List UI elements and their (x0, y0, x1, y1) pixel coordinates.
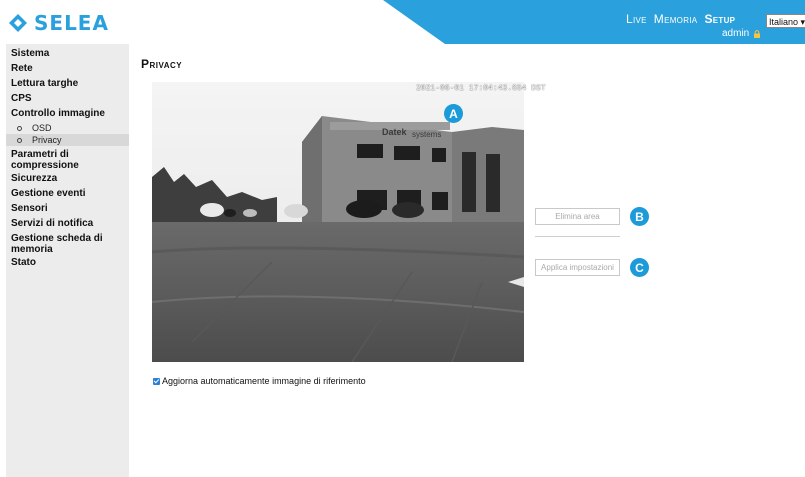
logo-text: SELEA (34, 11, 109, 35)
sidebar-item-parametri-compressione[interactable]: Parametri di compressione (11, 149, 121, 171)
camera-reference-image[interactable]: Datek systems (152, 82, 524, 362)
marker-c: C (630, 258, 649, 277)
selea-logo: SELEA (8, 11, 109, 35)
sidebar-item-controllo-immagine[interactable]: Controllo immagine (11, 108, 105, 119)
language-value: Italiano (769, 17, 799, 27)
camera-timestamp: 2021-06-01 17:04:43.654 DST (416, 84, 546, 93)
sidebar-item-sistema[interactable]: Sistema (11, 48, 49, 59)
user-info: admin (722, 28, 761, 39)
nav-setup[interactable]: Setup (704, 12, 735, 26)
sidebar-item-gestione-scheda-memoria[interactable]: Gestione scheda di memoria (11, 233, 121, 255)
nav-memoria[interactable]: Memoria (654, 12, 698, 26)
sidebar: Sistema Rete Lettura targhe CPS Controll… (6, 44, 129, 477)
sidebar-item-lettura-targhe[interactable]: Lettura targhe (11, 78, 78, 89)
sidebar-item-stato[interactable]: Stato (11, 257, 36, 268)
marker-a: A (444, 104, 463, 123)
sidebar-item-sicurezza[interactable]: Sicurezza (11, 173, 57, 184)
sidebar-subitem-privacy[interactable]: Privacy (17, 135, 62, 145)
delete-area-button[interactable]: Elimina area (535, 208, 620, 225)
bullet-icon (17, 125, 22, 131)
sidebar-item-rete[interactable]: Rete (11, 63, 33, 74)
building-sign: Datek (382, 127, 408, 137)
page-title: Privacy (141, 57, 183, 71)
sidebar-item-sensori[interactable]: Sensori (11, 203, 48, 214)
logo-diamond-icon (9, 14, 27, 32)
sidebar-subitem-label: OSD (32, 123, 52, 133)
sidebar-subitem-label: Privacy (32, 135, 62, 145)
auto-update-checkbox[interactable] (153, 377, 160, 385)
sidebar-item-servizi-notifica[interactable]: Servizi di notifica (11, 218, 93, 229)
language-select[interactable]: Italiano ▾ (766, 14, 805, 28)
auto-update-reference-option[interactable]: Aggiorna automaticamente immagine di rif… (153, 376, 366, 386)
main-nav: Live Memoria Setup (626, 12, 735, 26)
sidebar-subitem-osd[interactable]: OSD (17, 123, 52, 133)
user-name: admin (722, 28, 750, 39)
nav-live[interactable]: Live (626, 12, 647, 26)
marker-b: B (630, 207, 649, 226)
apply-settings-button[interactable]: Applica impostazioni (535, 259, 620, 276)
buttons-separator (535, 236, 620, 237)
bullet-icon (17, 137, 22, 143)
building-sign-2: systems (412, 130, 441, 139)
sidebar-item-cps[interactable]: CPS (11, 93, 32, 104)
auto-update-label: Aggiorna automaticamente immagine di rif… (162, 376, 366, 386)
sidebar-item-gestione-eventi[interactable]: Gestione eventi (11, 188, 85, 199)
lock-icon[interactable] (753, 29, 761, 38)
